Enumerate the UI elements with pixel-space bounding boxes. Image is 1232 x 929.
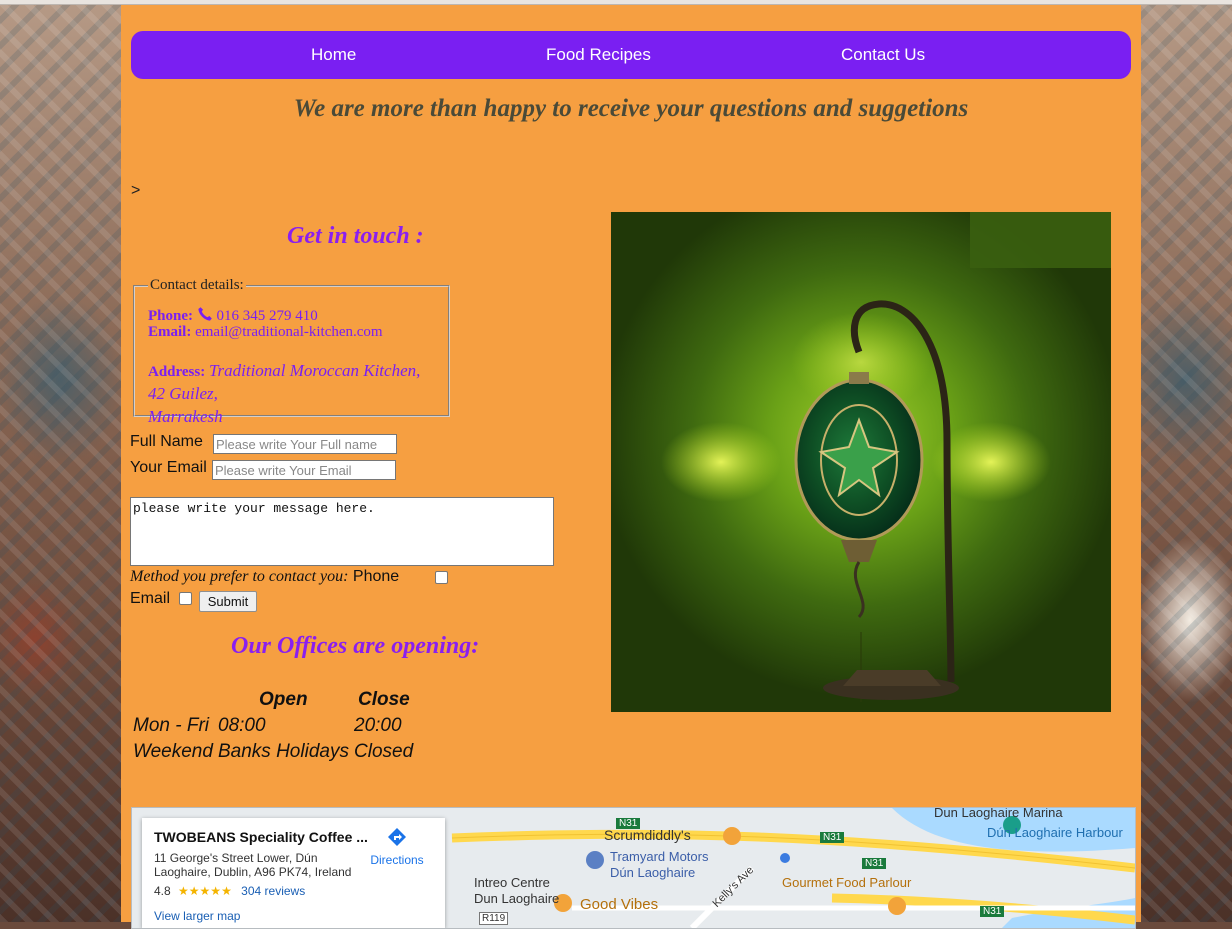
email-option-label: Email — [130, 590, 171, 607]
address-block: Address: Traditional Moroccan Kitchen, 4… — [148, 360, 420, 429]
email-label: Email: — [148, 324, 192, 340]
message-textarea[interactable]: please write your message here. — [130, 497, 554, 566]
address-line-2: 42 Guilez, — [148, 384, 218, 403]
place-address: 11 George's Street Lower, Dún Laoghaire,… — [154, 851, 352, 879]
directions-icon — [388, 828, 406, 846]
lamp-illustration — [661, 212, 1111, 702]
offices-heading: Our Offices are opening: — [231, 633, 480, 659]
address-line-1: Traditional Moroccan Kitchen, — [208, 361, 421, 380]
phone-checkbox[interactable] — [435, 571, 448, 584]
contact-method-label: Method you prefer to contact you: — [130, 568, 349, 585]
hours-row1-close: 20:00 — [354, 715, 402, 736]
map-embed[interactable]: Scrumdiddly's Tramyard Motors Dún Laogha… — [131, 807, 1136, 929]
hours-row1-open: 08:00 — [218, 715, 266, 736]
phone-label: Phone: — [148, 308, 193, 324]
map-label-tramyard-2: Dún Laoghaire — [610, 865, 696, 880]
nav-home-link[interactable]: Home — [311, 45, 356, 65]
hours-row1-day: Mon - Fri — [133, 715, 209, 736]
map-label-gourmet: Gourmet Food Parlour — [782, 875, 912, 890]
map-label-r119: R119 — [479, 912, 509, 925]
directions-button[interactable]: Directions — [367, 826, 427, 867]
map-label-intreo-2: Dun Laoghaire — [474, 891, 560, 906]
star-rating-icon: ★★★★★ — [178, 884, 232, 898]
full-name-input[interactable] — [213, 434, 397, 454]
hours-row2-open: Banks Holidays — [218, 741, 349, 762]
contact-details-fieldset: Contact details: Phone: 016 345 279 410 … — [133, 277, 450, 426]
map-label-marina: Dun Laoghaire Marina — [934, 807, 1063, 820]
map-label-scrumdiddly: Scrumdiddly's — [604, 827, 691, 843]
phone-line: Phone: 016 345 279 410 — [148, 306, 318, 325]
moroccan-lamp-image — [611, 212, 1111, 712]
map-label-tramyard-1: Tramyard Motors — [610, 849, 709, 864]
map-label-intreo-1: Intreo Centre — [474, 875, 550, 890]
submit-button[interactable]: Submit — [199, 591, 257, 612]
contact-details-legend: Contact details: — [150, 277, 244, 293]
email-checkbox[interactable] — [179, 592, 192, 605]
reviews-link[interactable]: 304 reviews — [241, 884, 305, 898]
map-place-card: TWOBEANS Speciality Coffee ... 11 George… — [142, 818, 445, 928]
full-name-label: Full Name — [130, 433, 203, 450]
main-nav: Home Food Recipes Contact Us — [131, 31, 1131, 79]
email-line: Email: email@traditional-kitchen.com — [148, 324, 383, 341]
stray-text: > — [131, 182, 141, 199]
place-rating-row: 4.8 ★★★★★ 304 reviews — [154, 884, 305, 898]
phone-icon — [198, 307, 212, 321]
contact-method-row: Method you prefer to contact you: Phone — [130, 568, 399, 586]
map-label-n31-d: N31 — [980, 906, 1005, 917]
address-line-3: Marrakesh — [148, 407, 223, 426]
nav-contact-us-link[interactable]: Contact Us — [841, 45, 925, 65]
place-name: TWOBEANS Speciality Coffee ... — [154, 829, 368, 845]
nav-food-recipes-link[interactable]: Food Recipes — [546, 45, 651, 65]
hours-row2-close: Closed — [354, 741, 414, 762]
email-address: email@traditional-kitchen.com — [195, 324, 383, 340]
page-container: Home Food Recipes Contact Us We are more… — [121, 5, 1141, 929]
hours-head-close: Close — [358, 689, 410, 710]
hours-row2-day: Weekend — [133, 741, 213, 762]
map-label-good-vibes: Good Vibes — [580, 896, 659, 913]
address-label: Address: — [148, 364, 206, 380]
map-label-n31-c: N31 — [862, 858, 887, 869]
map-label-harbour: Dún Laoghaire Harbour — [987, 825, 1123, 840]
get-in-touch-heading: Get in touch : — [287, 223, 424, 249]
view-larger-map-link[interactable]: View larger map — [154, 909, 240, 923]
directions-label: Directions — [370, 853, 424, 867]
hours-head-open: Open — [259, 689, 308, 710]
map-label-n31-a: N31 — [616, 818, 641, 829]
phone-option-label: Phone — [352, 568, 400, 585]
email-field-label: Your Email — [130, 459, 207, 476]
email-input[interactable] — [212, 460, 396, 480]
place-rating: 4.8 — [154, 884, 171, 898]
phone-number: 016 345 279 410 — [216, 308, 318, 324]
map-label-n31-b: N31 — [820, 832, 845, 843]
page-headline: We are more than happy to receive your q… — [293, 95, 969, 122]
